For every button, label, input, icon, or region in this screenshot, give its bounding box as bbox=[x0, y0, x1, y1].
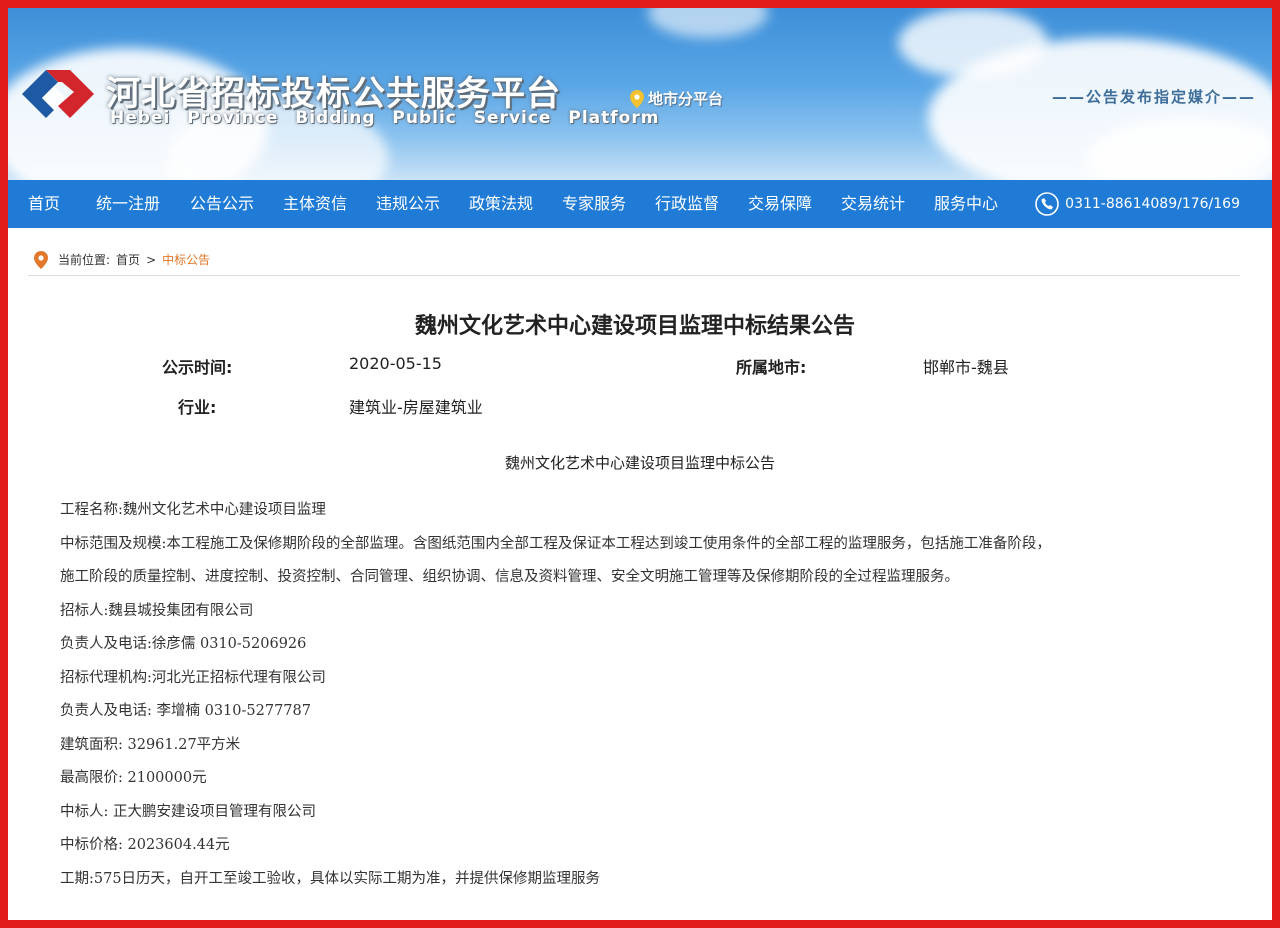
platform-logo-icon[interactable] bbox=[18, 62, 94, 126]
body-line-price-cap: 最高限价: 2100000元 bbox=[60, 770, 207, 786]
page-frame: 河北省招标投标公共服务平台 Hebei Province Bidding Pub… bbox=[8, 8, 1272, 920]
region-label: 所属地市: bbox=[736, 358, 807, 377]
publish-time-value: 2020-05-15 bbox=[349, 354, 442, 373]
hotline-number: 0311-88614089/176/169 bbox=[1065, 196, 1240, 212]
nav-item-service-center[interactable]: 服务中心 bbox=[920, 180, 1012, 228]
body-line-tenderer-contact: 负责人及电话:徐彦儒 0310-5206926 bbox=[60, 636, 307, 652]
breadcrumb-current[interactable]: 中标公告 bbox=[162, 251, 210, 268]
nav-item-policies[interactable]: 政策法规 bbox=[454, 180, 548, 228]
nav-item-violations[interactable]: 违规公示 bbox=[362, 180, 454, 228]
breadcrumb-prefix: 当前位置: bbox=[58, 253, 111, 267]
hotline[interactable]: 0311-88614089/176/169 bbox=[1035, 180, 1240, 228]
announcement-body: 工程名称:魏州文化艺术中心建设项目监理 中标范围及规模:本工程施工及保修期阶段的… bbox=[60, 494, 1230, 896]
site-header: 河北省招标投标公共服务平台 Hebei Province Bidding Pub… bbox=[8, 8, 1272, 180]
location-pin-icon bbox=[34, 250, 48, 269]
body-line-tenderer: 招标人:魏县城投集团有限公司 bbox=[60, 602, 254, 619]
nav-item-guarantee[interactable]: 交易保障 bbox=[734, 180, 826, 228]
nav-item-statistics[interactable]: 交易统计 bbox=[826, 180, 920, 228]
industry-label: 行业: bbox=[178, 398, 217, 417]
article-title: 魏州文化艺术中心建设项目监理中标结果公告 bbox=[414, 314, 855, 339]
body-line-winner: 中标人: 正大鹏安建设项目管理有限公司 bbox=[60, 803, 316, 820]
publish-time-label: 公示时间: bbox=[162, 358, 233, 377]
body-line-agency-contact: 负责人及电话: 李增楠 0310-5277787 bbox=[60, 703, 311, 719]
phone-icon bbox=[1035, 192, 1059, 216]
media-slogan: ——公告发布指定媒介—— bbox=[1051, 88, 1256, 106]
city-platform-label: 地市分平台 bbox=[648, 90, 724, 108]
nav-item-credit[interactable]: 主体资信 bbox=[268, 180, 362, 228]
site-title-en: Hebei Province Bidding Public Service Pl… bbox=[110, 108, 660, 128]
breadcrumb-separator: > bbox=[146, 252, 157, 267]
breadcrumb-home[interactable]: 首页 bbox=[116, 251, 140, 268]
body-line-winning-price: 中标价格: 2023604.44元 bbox=[60, 837, 230, 853]
nav-item-experts[interactable]: 专家服务 bbox=[548, 180, 640, 228]
nav-item-announcements[interactable]: 公告公示 bbox=[176, 180, 268, 228]
body-line-project-name: 工程名称:魏州文化艺术中心建设项目监理 bbox=[60, 502, 326, 518]
body-line-scope-1: 中标范围及规模:本工程施工及保修期阶段的全部监理。含图纸范围内全部工程及保证本工… bbox=[60, 535, 1051, 552]
city-platform-link[interactable]: 地市分平台 bbox=[630, 88, 723, 109]
nav-item-supervision[interactable]: 行政监督 bbox=[640, 180, 734, 228]
body-line-agency: 招标代理机构:河北光正招标代理有限公司 bbox=[60, 669, 326, 686]
announcement-subtitle: 魏州文化艺术中心建设项目监理中标公告 bbox=[504, 454, 775, 472]
region-value: 邯郸市-魏县 bbox=[923, 358, 1009, 377]
location-pin-icon bbox=[630, 89, 644, 108]
body-line-floor-area: 建筑面积: 32961.27平方米 bbox=[60, 736, 241, 753]
nav-item-home[interactable]: 首页 bbox=[8, 180, 80, 228]
industry-value: 建筑业-房屋建筑业 bbox=[349, 398, 483, 417]
body-line-scope-2: 施工阶段的质量控制、进度控制、投资控制、合同管理、组织协调、信息及资料管理、安全… bbox=[60, 569, 959, 585]
body-line-duration: 工期:575日历天，自开工至竣工验收，具体以实际工期为准，并提供保修期监理服务 bbox=[60, 870, 601, 887]
nav-item-register[interactable]: 统一注册 bbox=[80, 180, 176, 228]
main-nav: 首页 统一注册 公告公示 主体资信 违规公示 政策法规 专家服务 行政监督 交易… bbox=[8, 180, 1272, 228]
breadcrumb: 当前位置: 首页 > 中标公告 bbox=[28, 244, 1240, 276]
cloud-decoration bbox=[648, 8, 768, 38]
